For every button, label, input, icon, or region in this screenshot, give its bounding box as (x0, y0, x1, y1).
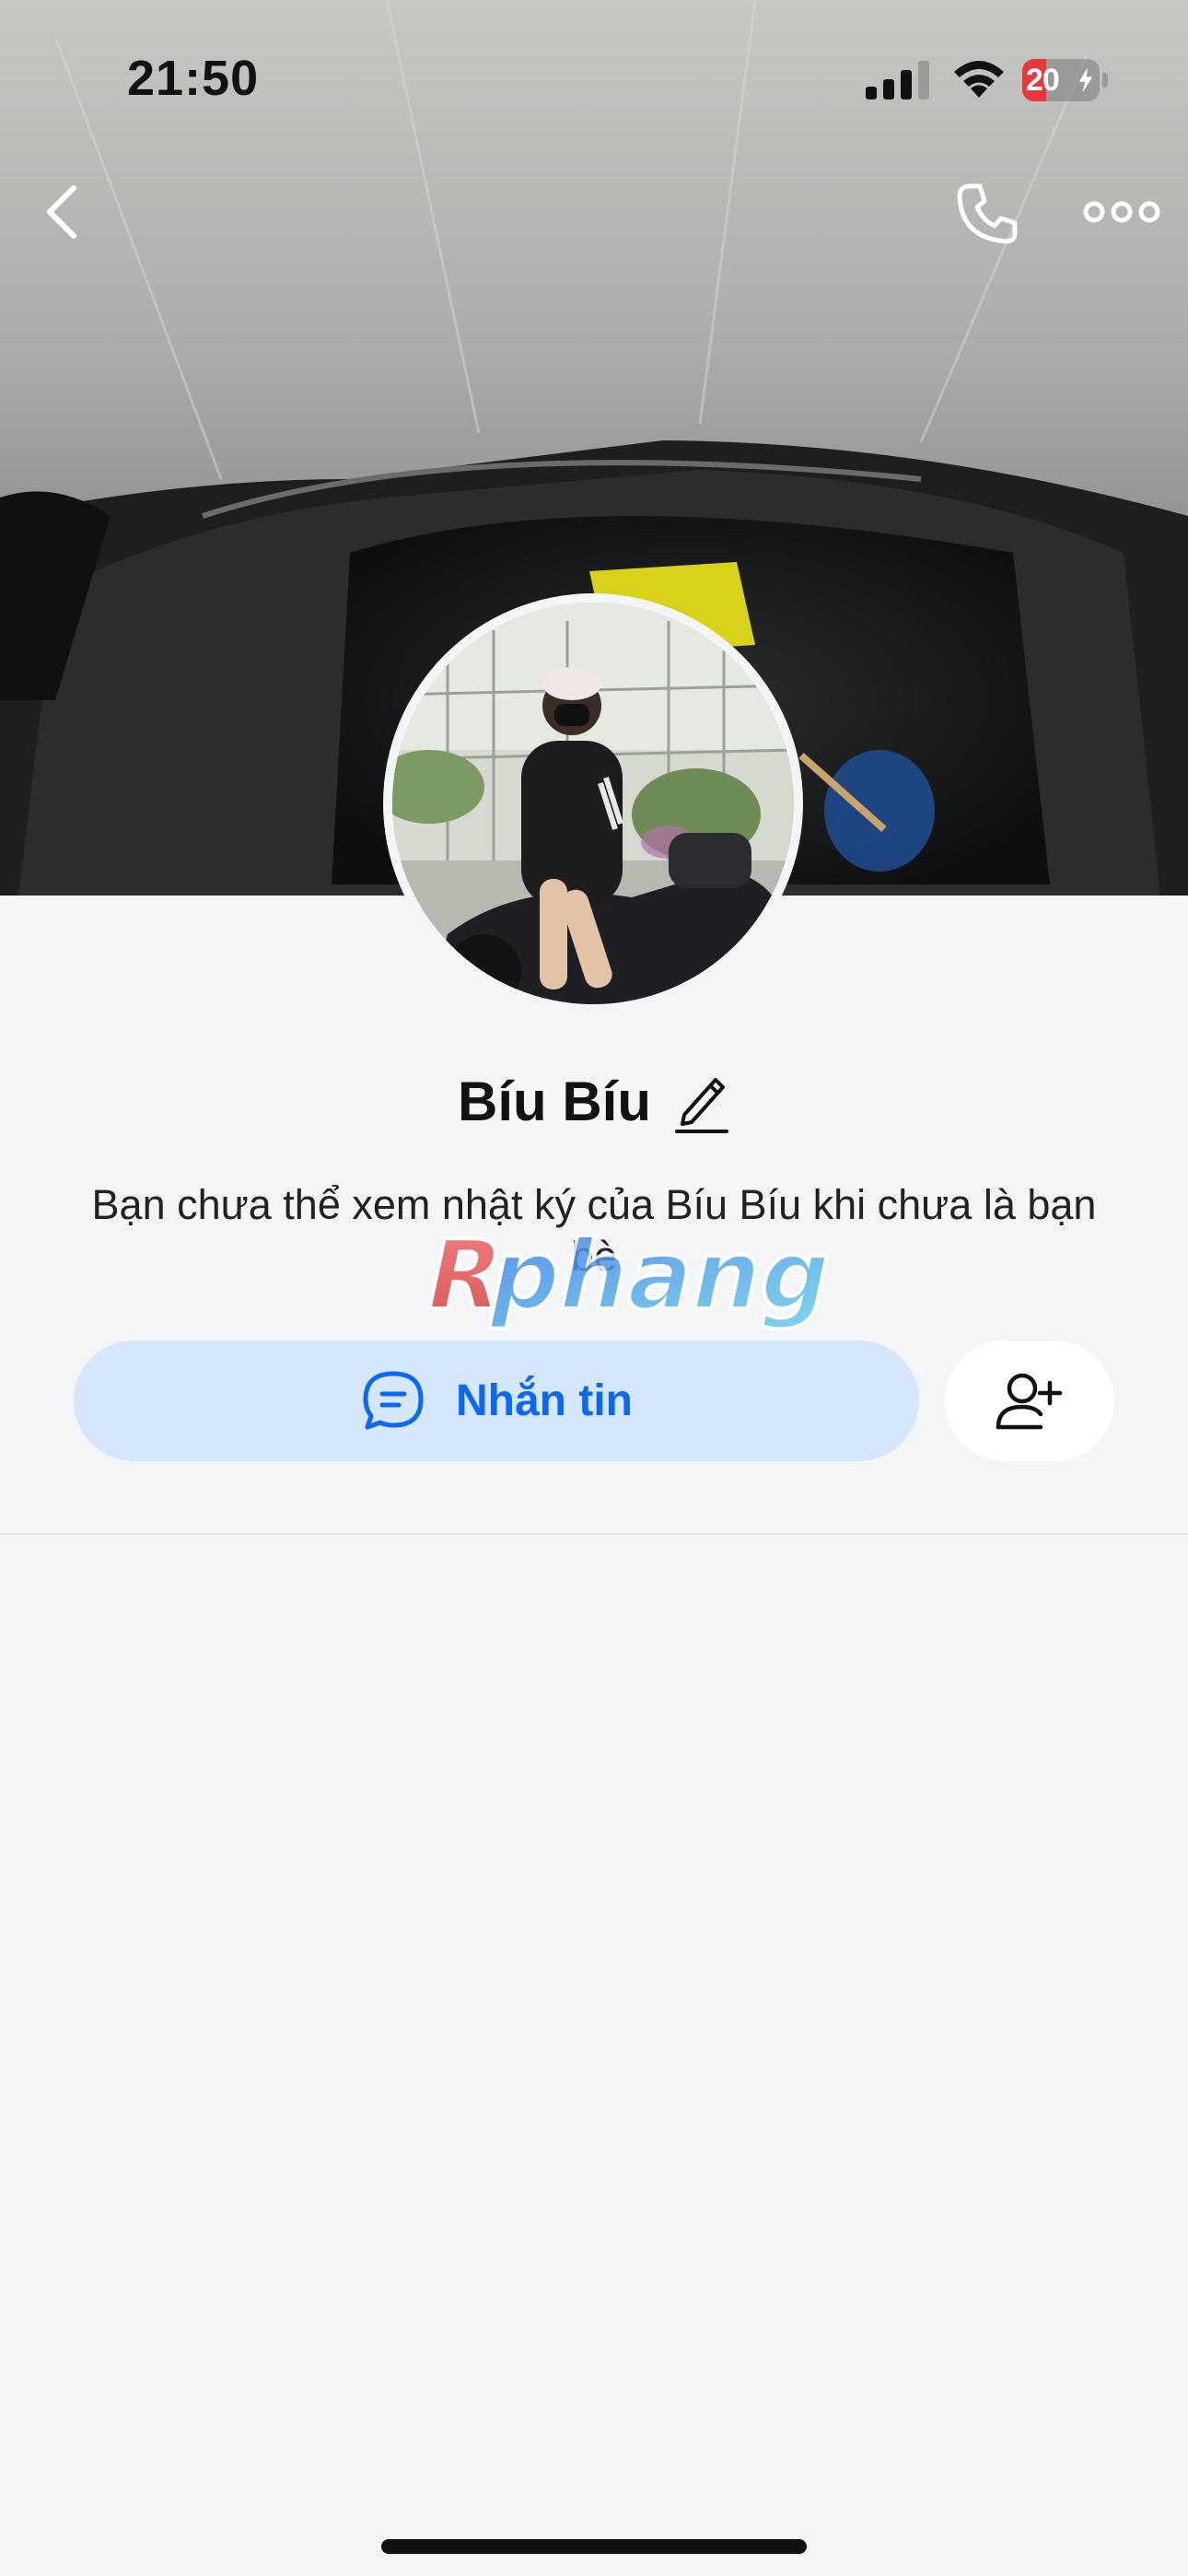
avatar[interactable] (383, 593, 803, 1013)
svg-text:phang: phang (481, 1219, 843, 1331)
profile-name: Bíu Bíu (458, 1070, 651, 1132)
home-indicator[interactable] (381, 2539, 807, 2554)
status-bar: 21:50 20 (0, 0, 1188, 157)
cellular-signal-icon (866, 61, 929, 100)
battery-charging-icon: 20 (1022, 59, 1108, 101)
profile-screen: 21:50 20 Bíu Bíu Bạn chưa thể xem nhật k… (0, 0, 1188, 2576)
message-button[interactable]: Nhắn tin (74, 1341, 919, 1461)
chat-bubble-icon (363, 1371, 424, 1429)
more-horizontal-icon[interactable] (1083, 192, 1160, 232)
watermark-logo: R phang (414, 1218, 844, 1333)
message-button-label: Nhắn tin (456, 1376, 633, 1425)
pencil-icon[interactable] (673, 1069, 730, 1133)
add-friend-button[interactable] (945, 1341, 1114, 1461)
avatar-illustration (392, 603, 794, 1004)
avatar-photo (392, 603, 794, 1004)
add-user-icon (996, 1373, 1063, 1429)
phone-icon[interactable] (954, 181, 1020, 247)
battery-body: 20 (1022, 59, 1100, 101)
chevron-left-icon[interactable] (33, 175, 92, 249)
section-divider (0, 1533, 1188, 1535)
charging-bolt-icon (1078, 67, 1093, 93)
status-time: 21:50 (127, 51, 260, 106)
battery-cap (1102, 73, 1108, 88)
battery-level: 20 (1026, 63, 1060, 98)
wifi-icon (954, 61, 1004, 98)
profile-name-row: Bíu Bíu (0, 1060, 1188, 1142)
